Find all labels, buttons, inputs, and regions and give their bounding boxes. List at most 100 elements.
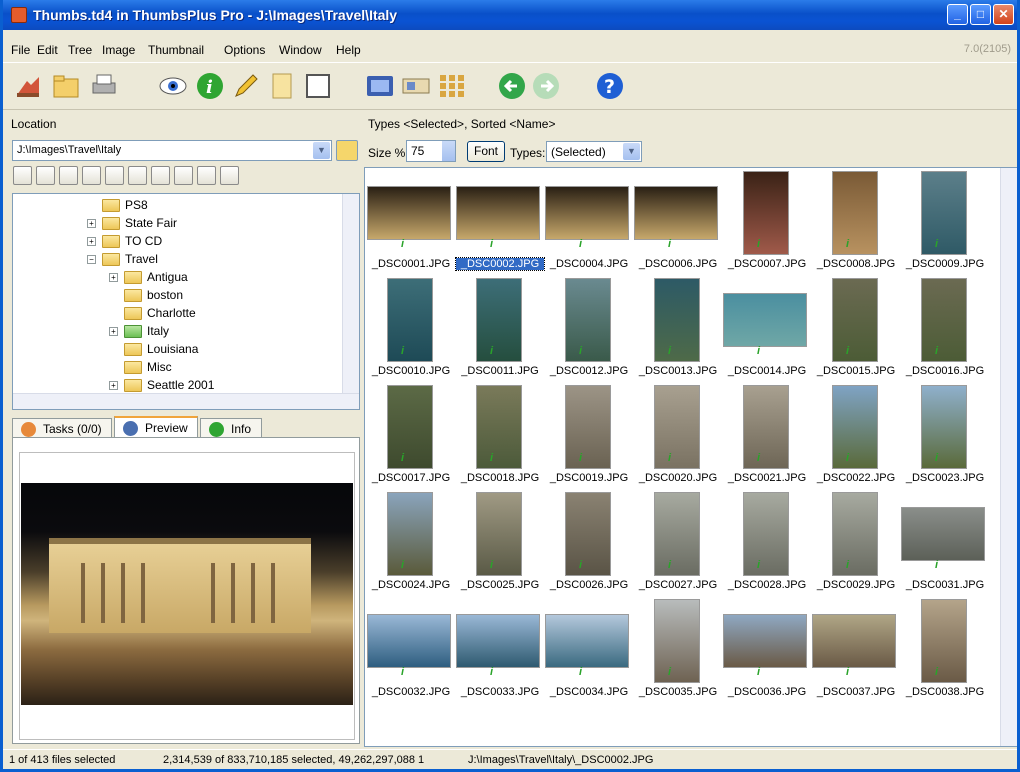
tab-favorites-icon[interactable] [82,166,101,185]
tab-folders-icon[interactable] [13,166,32,185]
thumbnail-item[interactable]: i _DSC0036.JPG [721,596,809,704]
thumbnail-item[interactable]: i _DSC0022.JPG [810,382,898,490]
thumbnail-item[interactable]: i _DSC0026.JPG [543,489,631,597]
thumbnail-image[interactable] [723,293,807,347]
location-combobox[interactable]: J:\Images\Travel\Italy ▼ [12,140,332,161]
thumbnail-item[interactable]: i _DSC0018.JPG [454,382,542,490]
tree-node[interactable]: − Travel [87,250,158,268]
tab-keywords-icon[interactable] [105,166,124,185]
thumbnail-image[interactable] [901,507,985,561]
thumbnail-image[interactable] [476,492,522,576]
tab-folder-icon[interactable] [220,166,239,185]
thumbnail-item[interactable]: i _DSC0011.JPG [454,275,542,383]
thumbnail-item[interactable]: i _DSC0017.JPG [365,382,453,490]
tree-node[interactable]: Louisiana [109,340,198,358]
thumbnail-item[interactable]: i _DSC0013.JPG [632,275,720,383]
thumbnail-image[interactable] [545,186,629,240]
thumbnail-item[interactable]: i _DSC0032.JPG [365,596,453,704]
menu-window[interactable]: Window [279,43,322,57]
tree-expander[interactable]: + [109,326,118,336]
size-spinner[interactable] [442,141,455,161]
thumbnail-image[interactable] [921,278,967,362]
thumbnail-image[interactable] [743,492,789,576]
frame-icon[interactable] [303,71,333,101]
help-icon[interactable]: ? [595,71,625,101]
thumbnail-item[interactable]: i _DSC0010.JPG [365,275,453,383]
chevron-down-icon[interactable]: ▼ [313,142,330,159]
thumbnail-image[interactable] [921,385,967,469]
tree-node[interactable]: Misc [109,358,172,376]
acquire-icon[interactable] [13,71,43,101]
thumbnail-item[interactable]: i _DSC0024.JPG [365,489,453,597]
thumbnail-item[interactable]: i _DSC0025.JPG [454,489,542,597]
font-button[interactable]: Font [467,141,505,162]
tree-expander[interactable]: + [87,218,96,228]
thumbnail-image[interactable] [832,278,878,362]
thumbnail-item[interactable]: i _DSC0027.JPG [632,489,720,597]
thumbnail-item[interactable]: i _DSC0007.JPG [721,168,809,276]
thumbnail-item[interactable]: i _DSC0006.JPG [632,168,720,276]
edit-pencil-icon[interactable] [231,71,261,101]
open-icon[interactable] [51,71,81,101]
thumbnail-image[interactable] [654,599,700,683]
tree-node[interactable]: + Italy [109,322,169,340]
thumbnail-image[interactable] [654,385,700,469]
tree-node[interactable]: + State Fair [87,214,177,232]
tab-save-icon[interactable] [197,166,216,185]
compare-icon[interactable] [401,71,431,101]
thumbnail-image[interactable] [565,385,611,469]
thumbnail-image[interactable] [387,385,433,469]
thumbnail-item[interactable]: i _DSC0021.JPG [721,382,809,490]
thumbnail-image[interactable] [832,492,878,576]
tree-node[interactable]: + Seattle 2001 [109,376,214,394]
thumbnail-image[interactable] [634,186,718,240]
menu-edit[interactable]: Edit [37,43,58,57]
thumbnail-image[interactable] [476,385,522,469]
close-button[interactable]: ✕ [993,4,1014,25]
menu-file[interactable]: File [11,43,30,57]
tree-node[interactable]: Charlotte [109,304,196,322]
thumbnail-item[interactable]: i _DSC0035.JPG [632,596,720,704]
size-percent-input[interactable]: 75 [406,140,456,162]
thumbnail-item[interactable]: i _DSC0016.JPG [899,275,987,383]
thumbnail-item[interactable]: i _DSC0002.JPG [454,168,545,276]
thumbnail-item[interactable]: i _DSC0023.JPG [899,382,987,490]
tab-galleries-icon[interactable] [59,166,78,185]
info-icon[interactable]: i [195,71,225,101]
thumbnail-item[interactable]: i _DSC0020.JPG [632,382,720,490]
thumbnail-item[interactable]: i _DSC0029.JPG [810,489,898,597]
thumbnail-item[interactable]: i _DSC0019.JPG [543,382,631,490]
slideshow-icon[interactable] [365,71,395,101]
thumbnail-item[interactable]: i _DSC0028.JPG [721,489,809,597]
tab-preview[interactable]: Preview [114,416,198,439]
thumbnail-image[interactable] [654,492,700,576]
thumbnail-item[interactable]: i _DSC0031.JPG [899,489,987,597]
tree-horizontal-scrollbar[interactable] [13,393,359,409]
back-arrow-icon[interactable] [497,71,527,101]
menu-image[interactable]: Image [102,43,135,57]
maximize-button[interactable]: □ [970,4,991,25]
tab-network-icon[interactable] [128,166,147,185]
tree-node[interactable]: + Antigua [109,268,188,286]
thumbnail-item[interactable]: i _DSC0015.JPG [810,275,898,383]
thumbnail-item[interactable]: i _DSC0008.JPG [810,168,898,276]
thumbnail-image[interactable] [367,614,451,668]
thumbnail-image[interactable] [654,278,700,362]
thumbnail-item[interactable]: i _DSC0012.JPG [543,275,631,383]
tab-web-icon[interactable] [174,166,193,185]
thumbnail-image[interactable] [545,614,629,668]
thumbnail-image[interactable] [565,492,611,576]
menu-thumbnail[interactable]: Thumbnail [148,43,204,57]
tree-expander[interactable]: + [109,272,118,282]
menu-options[interactable]: Options [224,43,265,57]
contact-sheet-icon[interactable] [437,71,467,101]
tab-image-icon[interactable] [151,166,170,185]
thumbnail-image[interactable] [921,171,967,255]
thumbnail-image[interactable] [832,385,878,469]
thumbnail-image[interactable] [723,614,807,668]
gallery-vertical-scrollbar[interactable] [1000,168,1017,746]
chevron-down-icon[interactable]: ▼ [623,143,640,160]
thumbnail-image[interactable] [832,171,878,255]
tree-expander[interactable]: − [87,254,96,264]
thumbnail-image[interactable] [476,278,522,362]
